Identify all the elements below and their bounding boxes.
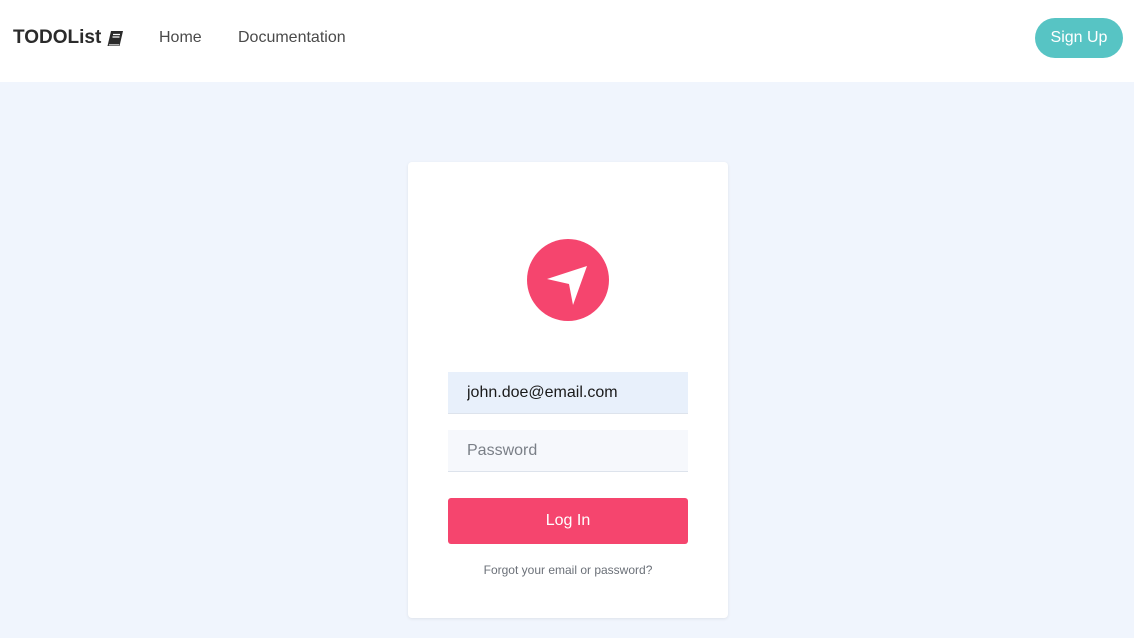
email-field[interactable] — [448, 372, 688, 414]
nav-home-link[interactable]: Home — [159, 29, 202, 47]
log-in-button[interactable]: Log In — [448, 498, 688, 544]
navbar: TODOList Home Documentation Sign Up — [0, 0, 1134, 82]
sign-up-button[interactable]: Sign Up — [1035, 18, 1123, 58]
brand-link[interactable]: TODOList — [13, 27, 124, 49]
paper-plane-icon — [527, 239, 609, 321]
password-field[interactable] — [448, 430, 688, 472]
nav-documentation-link[interactable]: Documentation — [238, 29, 346, 47]
book-icon — [106, 30, 124, 47]
login-card: Log In Forgot your email or password? — [408, 162, 728, 618]
brand-title: TODOList — [13, 27, 102, 48]
forgot-password-link[interactable]: Forgot your email or password? — [408, 563, 728, 577]
